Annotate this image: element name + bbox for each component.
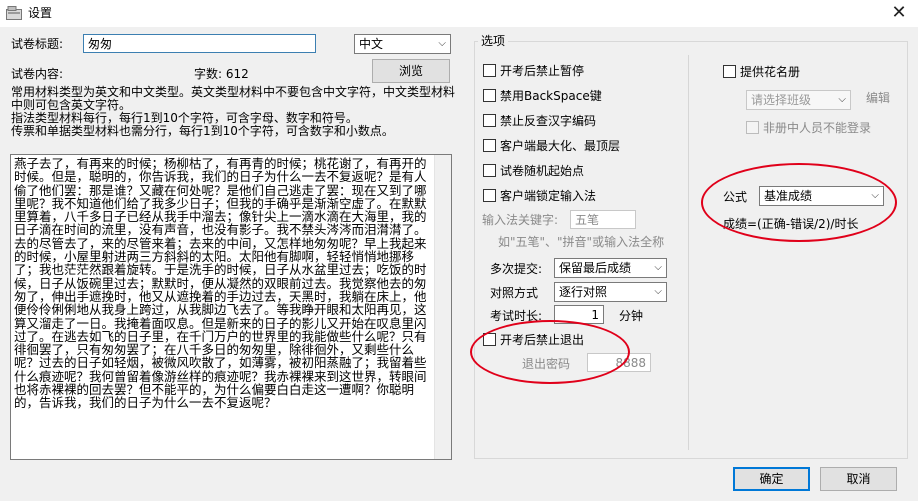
compare-select[interactable]: 逐行对照 ⌵	[554, 282, 667, 302]
checkbox[interactable]	[483, 89, 496, 102]
chevron-down-icon: ⌵	[654, 262, 662, 273]
compare-label: 对照方式	[490, 286, 539, 300]
ime-keyword-input[interactable]: 五笔	[570, 210, 636, 229]
language-select[interactable]: 中文 ⌵	[354, 34, 451, 54]
multi-submit-label: 多次提交:	[490, 262, 543, 276]
chevron-down-icon: ⌵	[438, 38, 446, 49]
close-icon[interactable]: ✕	[888, 2, 910, 24]
textarea-scrollbar[interactable]	[434, 155, 451, 459]
checkbox[interactable]	[483, 139, 496, 152]
ime-hint: 如"五笔"、"拼音"或输入法全称	[498, 235, 665, 249]
checkbox[interactable]	[723, 65, 736, 78]
duration-value: 1	[591, 308, 599, 322]
ok-button[interactable]: 确定	[733, 467, 810, 491]
window-title: 设置	[28, 6, 53, 20]
options-divider	[688, 55, 689, 450]
compare-value: 逐行对照	[559, 285, 608, 299]
check-label: 客户端最大化、最顶层	[500, 139, 621, 153]
paper-title-label: 试卷标题:	[11, 37, 64, 51]
settings-window-icon	[6, 6, 22, 20]
check-label: 客户端锁定输入法	[500, 189, 597, 203]
annotation-ellipse	[470, 320, 630, 384]
edit-link[interactable]: 编辑	[866, 90, 890, 106]
content-label: 试卷内容:	[11, 67, 64, 81]
check-label: 开考后禁止暂停	[500, 64, 585, 78]
content-text: 燕子去了，有再来的时候；杨柳枯了，有再青的时候；桃花谢了，有再开的时候。但是，聪…	[14, 156, 427, 411]
check-label: 非册中人员不能登录	[763, 121, 872, 135]
checkbox[interactable]	[483, 64, 496, 77]
chevron-down-icon: ⌵	[838, 94, 846, 105]
check-label: 提供花名册	[740, 65, 801, 79]
paper-title-input[interactable]: 匆匆	[83, 34, 316, 53]
ime-keyword-value: 五笔	[575, 213, 600, 227]
check-label: 禁止反查汉字编码	[500, 114, 597, 128]
checkbox[interactable]	[483, 189, 496, 202]
language-value: 中文	[359, 37, 384, 51]
check-label: 禁用BackSpace键	[500, 89, 602, 103]
content-textarea[interactable]: 燕子去了，有再来的时候；杨柳枯了，有再青的时候；桃花谢了，有再开的时候。但是，聪…	[10, 154, 452, 460]
paper-title-value: 匆匆	[88, 37, 113, 51]
annotation-ellipse	[701, 163, 897, 242]
checkbox[interactable]	[746, 121, 759, 134]
chevron-down-icon: ⌵	[654, 286, 662, 297]
ime-keyword-label: 输入法关键字:	[482, 213, 559, 227]
char-count: 字数: 612	[194, 67, 249, 81]
class-select-placeholder: 请选择班级	[751, 93, 812, 107]
check-label: 试卷随机起始点	[500, 164, 585, 178]
title-bar	[0, 0, 918, 27]
checkbox[interactable]	[483, 164, 496, 177]
class-select[interactable]: 请选择班级 ⌵	[746, 90, 851, 110]
content-description: 常用材料类型为英文和中文类型。英文类型材料中不要包含中文字符，中文类型材料中则可…	[11, 85, 456, 138]
checkbox[interactable]	[483, 114, 496, 127]
options-group-title: 选项	[478, 33, 509, 49]
multi-submit-value: 保留最后成绩	[559, 261, 632, 275]
browse-button[interactable]: 浏览	[372, 59, 450, 83]
multi-submit-select[interactable]: 保留最后成绩 ⌵	[554, 258, 667, 278]
cancel-button[interactable]: 取消	[820, 467, 897, 491]
duration-unit: 分钟	[619, 309, 644, 323]
